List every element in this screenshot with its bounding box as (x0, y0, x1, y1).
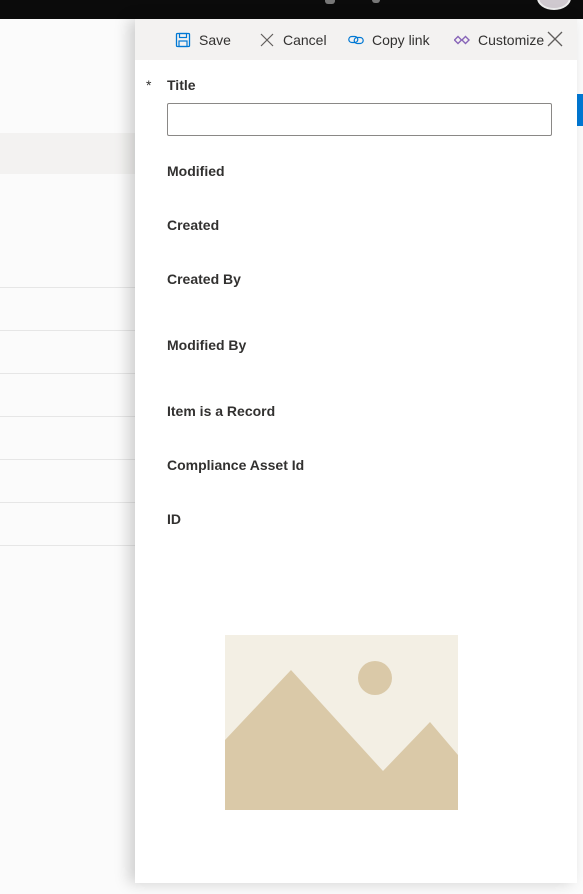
command-bar: Save Cancel Copy link Customize (135, 19, 577, 60)
created-label: Created (167, 217, 220, 233)
customize-label: Customize (478, 32, 545, 48)
copy-link-label: Copy link (372, 32, 430, 48)
customize-icon (454, 32, 470, 48)
top-bar-indicator (372, 0, 380, 3)
background-list-row (0, 287, 140, 288)
link-icon (348, 32, 364, 48)
image-placeholder-icon (225, 635, 458, 810)
background-list-header (0, 133, 140, 174)
customize-button[interactable]: Customize (454, 30, 544, 50)
background-list-row (0, 502, 140, 503)
top-bar (0, 0, 583, 19)
new-item-panel: Save Cancel Copy link Customize * Title … (135, 19, 577, 883)
compliance-asset-id-label: Compliance Asset Id (167, 457, 305, 473)
top-bar-indicator (325, 0, 335, 4)
save-icon (175, 32, 191, 48)
created-by-label: Created By (167, 271, 241, 287)
background-list-row (0, 373, 140, 374)
close-icon[interactable] (546, 30, 564, 48)
save-label: Save (199, 32, 231, 48)
cancel-icon (259, 32, 275, 48)
background-list-row (0, 545, 140, 546)
background-accent-strip (577, 94, 583, 126)
required-marker: * (146, 77, 152, 93)
save-button[interactable]: Save (175, 30, 231, 50)
item-is-a-record-label: Item is a Record (167, 403, 276, 419)
title-input[interactable] (167, 103, 552, 136)
background-list-row (0, 330, 140, 331)
modified-label: Modified (167, 163, 225, 179)
cancel-label: Cancel (283, 32, 327, 48)
background-list-row (0, 459, 140, 460)
id-label: ID (167, 511, 181, 527)
background-list-row (0, 416, 140, 417)
cancel-button[interactable]: Cancel (259, 30, 327, 50)
title-label: Title (167, 77, 196, 93)
modified-by-label: Modified By (167, 337, 247, 353)
copy-link-button[interactable]: Copy link (348, 30, 430, 50)
avatar[interactable] (537, 0, 571, 10)
